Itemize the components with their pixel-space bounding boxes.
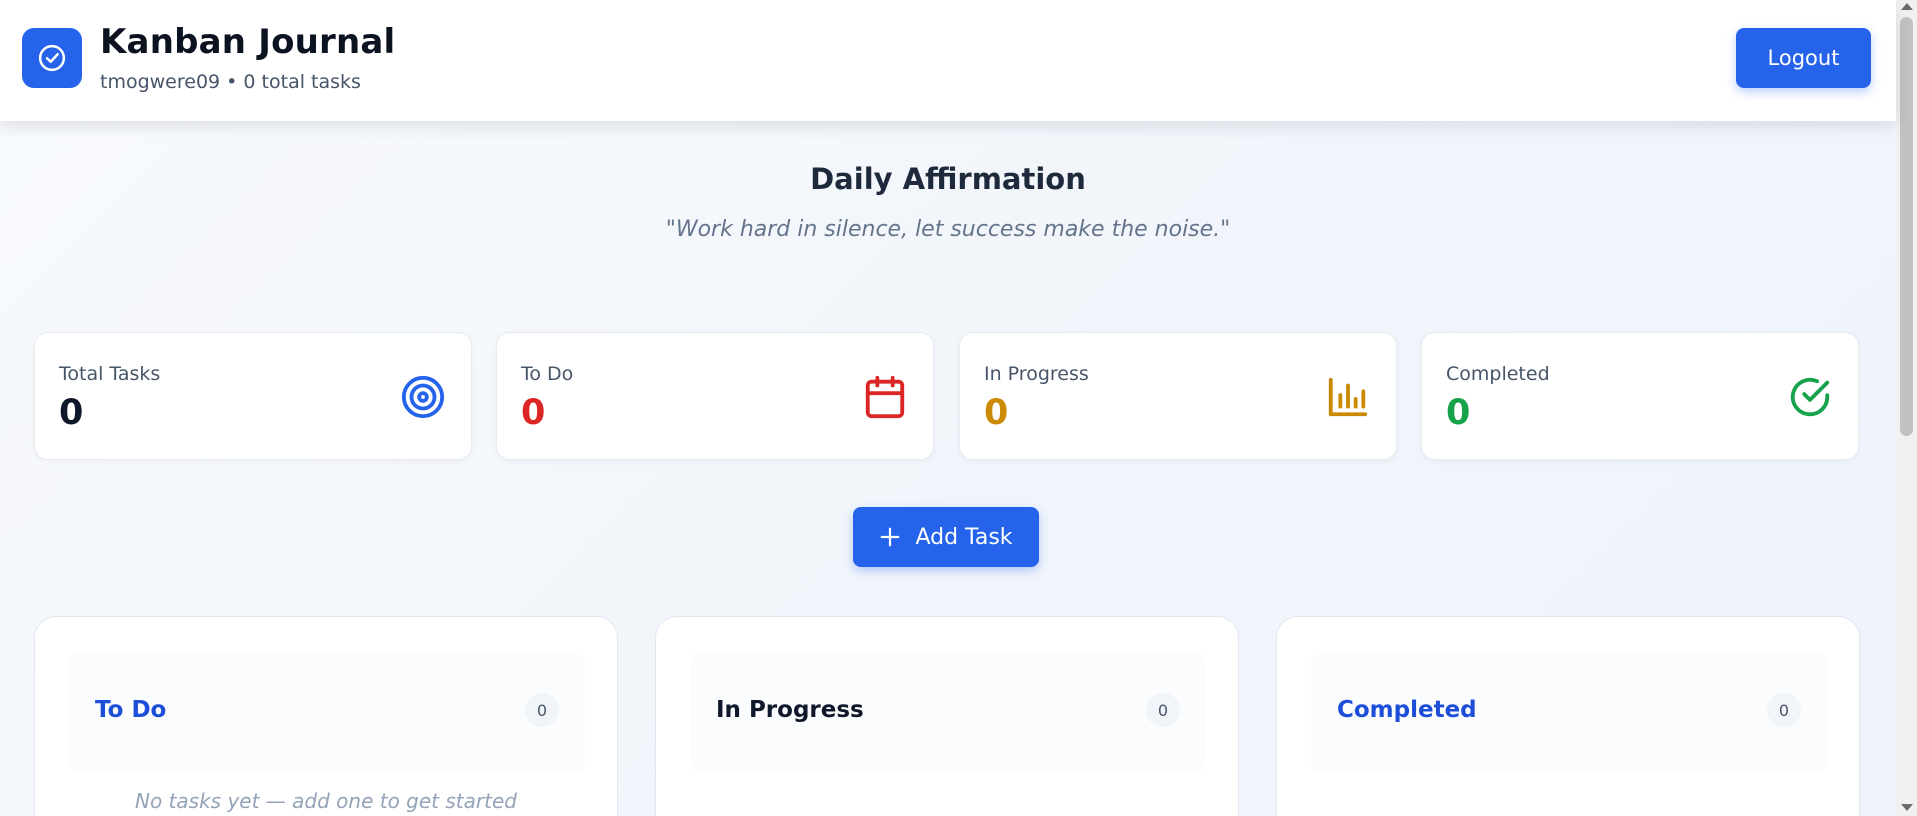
add-task-button[interactable]: Add Task xyxy=(853,507,1039,567)
stat-label: Completed xyxy=(1446,363,1550,385)
check-circle-icon xyxy=(38,44,66,72)
task-count-badge: 0 xyxy=(1767,693,1801,727)
scroll-down-arrow-icon[interactable] xyxy=(1901,804,1913,811)
check-circle-icon xyxy=(1786,373,1834,421)
stat-value: 0 xyxy=(984,393,1009,433)
calendar-icon xyxy=(861,373,909,421)
stat-value: 0 xyxy=(1446,393,1471,433)
column-to-do: To Do 0 No tasks yet — add one to get st… xyxy=(34,616,618,816)
column-header: In Progress 0 xyxy=(690,653,1206,773)
column-title: To Do xyxy=(95,697,167,723)
bar-chart-icon xyxy=(1324,373,1372,421)
column-header: To Do 0 xyxy=(69,653,585,773)
target-icon xyxy=(399,373,447,421)
column-header: Completed 0 xyxy=(1311,653,1827,773)
vertical-scrollbar[interactable] xyxy=(1896,0,1917,816)
app-logo xyxy=(22,28,82,88)
stat-card-completed: Completed 0 xyxy=(1421,332,1859,460)
affirmation-title: Daily Affirmation xyxy=(810,162,1086,196)
stat-card-to-do: To Do 0 xyxy=(496,332,934,460)
stat-card-in-progress: In Progress 0 xyxy=(959,332,1397,460)
column-completed: Completed 0 xyxy=(1276,616,1860,816)
stat-value: 0 xyxy=(521,393,546,433)
stat-label: Total Tasks xyxy=(59,363,161,385)
stat-label: In Progress xyxy=(984,363,1089,385)
column-in-progress: In Progress 0 xyxy=(655,616,1239,816)
scroll-thumb[interactable] xyxy=(1900,17,1913,436)
stat-card-total-tasks: Total Tasks 0 xyxy=(34,332,472,460)
stat-value: 0 xyxy=(59,393,84,433)
app-header: Kanban Journal tmogwere09 • 0 total task… xyxy=(0,0,1896,121)
affirmation-quote: "Work hard in silence, let success make … xyxy=(665,217,1231,242)
user-task-summary: tmogwere09 • 0 total tasks xyxy=(100,71,361,93)
task-count-badge: 0 xyxy=(1146,693,1180,727)
column-title: In Progress xyxy=(716,697,864,723)
logout-button[interactable]: Logout xyxy=(1736,28,1871,88)
plus-icon xyxy=(881,527,900,547)
task-count-badge: 0 xyxy=(525,693,559,727)
empty-state-message: No tasks yet — add one to get started xyxy=(135,789,517,813)
scroll-up-arrow-icon[interactable] xyxy=(1901,3,1913,10)
add-task-label: Add Task xyxy=(915,524,1013,550)
column-title: Completed xyxy=(1337,697,1477,723)
stat-label: To Do xyxy=(521,363,574,385)
app-title: Kanban Journal xyxy=(100,22,396,62)
